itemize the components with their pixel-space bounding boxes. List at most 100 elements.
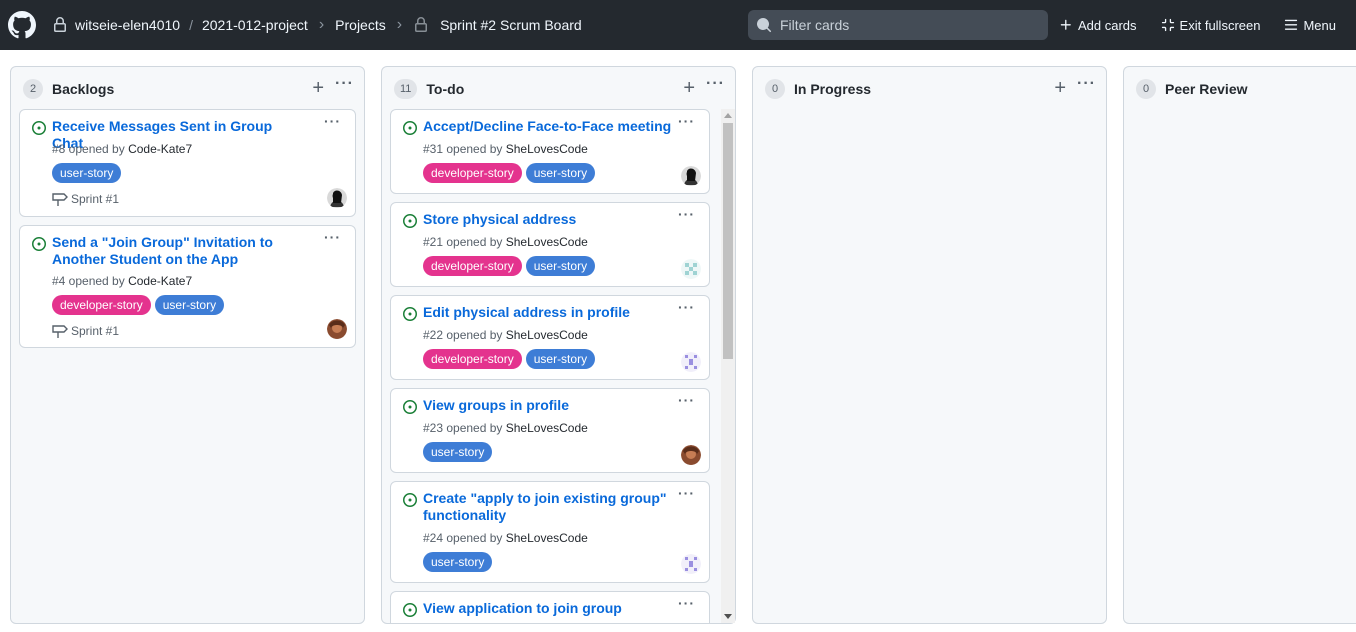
- issue-title-link[interactable]: Store physical address: [423, 211, 673, 228]
- column-more-options-icon[interactable]: ···: [706, 75, 725, 93]
- exit-fullscreen-button[interactable]: Exit fullscreen: [1161, 17, 1261, 33]
- issue-number-opened: #22 opened by: [423, 328, 503, 342]
- menu-button[interactable]: Menu: [1284, 18, 1336, 33]
- issue-labels: user-story: [423, 552, 493, 572]
- label-user-story[interactable]: user-story: [154, 295, 225, 315]
- issue-card[interactable]: View groups in profile ··· #23 opened by…: [390, 388, 710, 473]
- card-more-options-icon[interactable]: ···: [324, 229, 341, 245]
- issue-number-opened: #24 opened by: [423, 531, 503, 545]
- column-cards: Receive Messages Sent in Group Chat ··· …: [19, 109, 356, 623]
- issue-meta: #8 opened by Code-Kate7: [52, 142, 192, 156]
- column-title: To-do: [426, 81, 465, 97]
- lock-icon: [415, 17, 428, 32]
- label-developer-story[interactable]: developer-story: [423, 163, 522, 183]
- card-more-options-icon[interactable]: ···: [678, 113, 695, 129]
- issue-title-link[interactable]: Edit physical address in profile: [423, 304, 673, 321]
- issue-author-link[interactable]: SheLovesCode: [506, 328, 588, 342]
- author-avatar[interactable]: [681, 259, 701, 279]
- column-header: 0 In Progress + ···: [753, 67, 1106, 111]
- issue-title-link[interactable]: Accept/Decline Face-to-Face meeting: [423, 118, 673, 135]
- issue-opened-icon: [32, 237, 46, 251]
- card-more-options-icon[interactable]: ···: [678, 392, 695, 408]
- add-card-plus-icon[interactable]: +: [683, 78, 695, 98]
- add-card-plus-icon[interactable]: +: [1054, 78, 1066, 98]
- label-user-story[interactable]: user-story: [525, 349, 596, 369]
- author-avatar[interactable]: [327, 188, 347, 208]
- hamburger-icon: [1285, 19, 1298, 30]
- label-developer-story[interactable]: developer-story: [423, 256, 522, 276]
- issue-number-opened: #8 opened by: [52, 142, 125, 156]
- scroll-up-icon[interactable]: [724, 113, 732, 118]
- card-more-options-icon[interactable]: ···: [678, 595, 695, 611]
- card-more-options-icon[interactable]: ···: [678, 206, 695, 222]
- label-user-story[interactable]: user-story: [423, 442, 493, 462]
- milestone-icon: [52, 325, 68, 338]
- issue-opened-icon: [403, 307, 417, 321]
- author-avatar[interactable]: [681, 445, 701, 465]
- column-backlogs: 2 Backlogs + ··· Receive Messages Sent i…: [10, 66, 365, 624]
- issue-title-link[interactable]: Create "apply to join existing group" fu…: [423, 490, 668, 524]
- issue-meta: #31 opened by SheLovesCode: [423, 142, 588, 156]
- author-avatar[interactable]: [681, 352, 701, 372]
- issue-author-link[interactable]: SheLovesCode: [506, 142, 588, 156]
- lock-icon: [54, 17, 66, 32]
- column-more-options-icon[interactable]: ···: [1077, 75, 1096, 93]
- issue-number-opened: #4 opened by: [52, 274, 125, 288]
- column-more-options-icon[interactable]: ···: [335, 75, 354, 93]
- issue-author-link[interactable]: SheLovesCode: [506, 421, 588, 435]
- issue-card[interactable]: Edit physical address in profile ··· #22…: [390, 295, 710, 380]
- filter-cards-input[interactable]: [780, 17, 1040, 33]
- issue-meta: #4 opened by Code-Kate7: [52, 274, 192, 288]
- scroll-down-icon[interactable]: [724, 614, 732, 619]
- label-user-story[interactable]: user-story: [525, 163, 596, 183]
- label-user-story[interactable]: user-story: [525, 256, 596, 276]
- issue-card[interactable]: Create "apply to join existing group" fu…: [390, 481, 710, 583]
- issue-author-link[interactable]: Code-Kate7: [128, 142, 192, 156]
- breadcrumb-projects[interactable]: Projects: [335, 17, 386, 33]
- column-scrollbar[interactable]: [721, 109, 735, 623]
- label-user-story[interactable]: user-story: [52, 163, 122, 183]
- issue-opened-icon: [32, 121, 46, 135]
- column-title: In Progress: [794, 81, 872, 97]
- search-icon: [757, 18, 772, 33]
- issue-milestone[interactable]: Sprint #1: [52, 324, 119, 338]
- issue-meta: #22 opened by SheLovesCode: [423, 328, 588, 342]
- issue-card[interactable]: Receive Messages Sent in Group Chat ··· …: [19, 109, 356, 217]
- author-avatar[interactable]: [681, 166, 701, 186]
- issue-title-link[interactable]: Send a "Join Group" Invitation to Anothe…: [52, 234, 302, 268]
- breadcrumb-repo[interactable]: 2021-012-project: [202, 17, 308, 33]
- filter-cards-search[interactable]: [748, 10, 1048, 40]
- label-developer-story[interactable]: developer-story: [423, 349, 522, 369]
- exit-fullscreen-label: Exit fullscreen: [1179, 17, 1261, 33]
- milestone-label: Sprint #1: [71, 324, 120, 338]
- issue-title-link[interactable]: View application to join group: [423, 600, 673, 617]
- issue-card[interactable]: Store physical address ··· #21 opened by…: [390, 202, 710, 287]
- github-logo-icon[interactable]: [8, 11, 36, 39]
- author-avatar[interactable]: [681, 554, 701, 574]
- chevron-right-icon: ›: [318, 16, 325, 33]
- issue-card[interactable]: View application to join group ···: [390, 591, 710, 623]
- issue-number-opened: #31 opened by: [423, 142, 503, 156]
- issue-opened-icon: [403, 603, 417, 617]
- breadcrumb-owner[interactable]: witseie-elen4010: [75, 17, 180, 33]
- issue-author-link[interactable]: Code-Kate7: [128, 274, 192, 288]
- card-more-options-icon[interactable]: ···: [678, 299, 695, 315]
- issue-author-link[interactable]: SheLovesCode: [506, 235, 588, 249]
- card-more-options-icon[interactable]: ···: [324, 113, 341, 129]
- label-user-story[interactable]: user-story: [423, 552, 493, 572]
- author-avatar[interactable]: [327, 319, 347, 339]
- issue-author-link[interactable]: SheLovesCode: [506, 531, 588, 545]
- top-bar: witseie-elen4010 / 2021-012-project › Pr…: [0, 0, 1356, 50]
- add-card-plus-icon[interactable]: +: [312, 78, 324, 98]
- issue-card[interactable]: Send a "Join Group" Invitation to Anothe…: [19, 225, 356, 348]
- label-developer-story[interactable]: developer-story: [52, 295, 151, 315]
- add-cards-button[interactable]: Add cards: [1059, 18, 1137, 33]
- issue-title-link[interactable]: View groups in profile: [423, 397, 673, 414]
- issue-milestone[interactable]: Sprint #1: [52, 192, 119, 206]
- card-more-options-icon[interactable]: ···: [678, 485, 695, 501]
- column-title: Peer Review: [1165, 81, 1248, 97]
- scrollbar-thumb[interactable]: [723, 123, 733, 359]
- breadcrumb-board[interactable]: Sprint #2 Scrum Board: [440, 17, 582, 33]
- column-header: 2 Backlogs + ···: [11, 67, 364, 111]
- issue-card[interactable]: Accept/Decline Face-to-Face meeting ··· …: [390, 109, 710, 194]
